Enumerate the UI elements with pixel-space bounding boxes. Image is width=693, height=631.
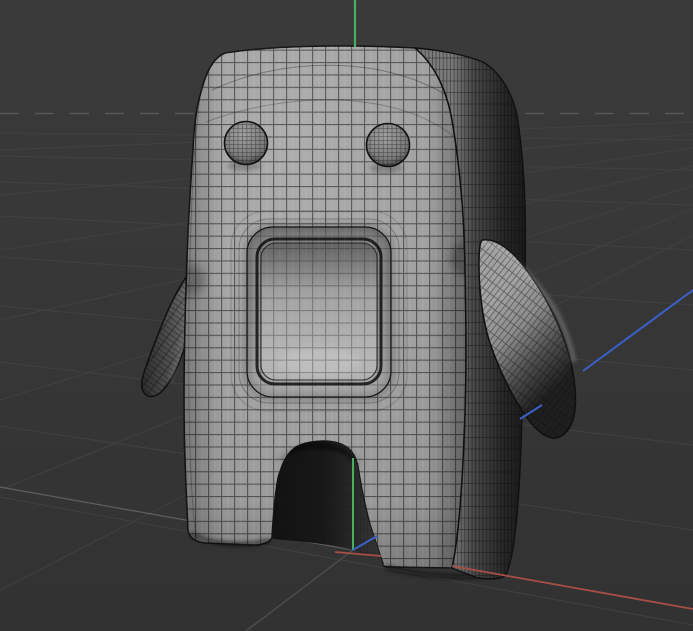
viewport-canvas[interactable] xyxy=(0,0,693,631)
viewport-window[interactable] xyxy=(0,0,693,631)
mouth-panel[interactable] xyxy=(230,210,408,412)
